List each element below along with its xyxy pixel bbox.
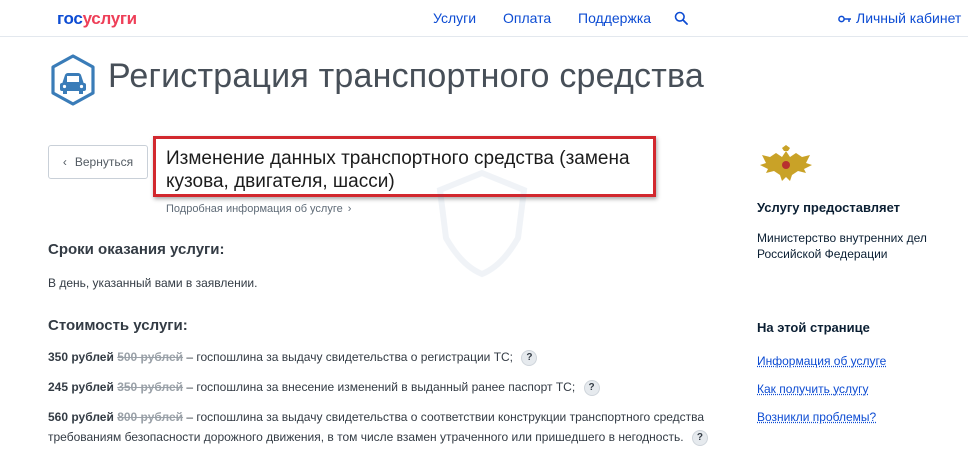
price-item: 560 рублей 800 рублей – госпошлина за вы… [48,407,708,447]
cost-heading: Стоимость услуги: [48,317,188,334]
old-price: 500 рублей [117,350,184,364]
toc-heading: На этой странице [757,320,870,335]
terms-text: В день, указанный вами в заявлении. [48,276,258,290]
toc-link-how-to-get[interactable]: Как получить услугу [757,382,868,396]
price-value: 350 рублей [48,350,114,364]
toc-link-problems[interactable]: Возникли проблемы? [757,410,876,424]
help-icon[interactable]: ? [521,349,538,366]
price-description: – госпошлина за выдачу свидетельства о р… [183,350,514,364]
price-value: 560 рублей [48,410,114,424]
service-subtitle: Изменение данных транспортного средства … [166,148,630,192]
more-info-label: Подробная информация об услуге [166,203,343,215]
key-icon [838,15,851,23]
personal-cabinet-link[interactable]: Личный кабинет [838,10,961,26]
provider-name: Министерство внутренних дел Российской Ф… [757,231,927,261]
back-button[interactable]: ‹ Вернуться [48,145,148,179]
page-title: Регистрация транспортного средства [108,57,704,95]
watermark-shield-icon [436,169,528,278]
nav-item-support[interactable]: Поддержка [578,10,651,26]
old-price: 350 рублей [117,380,184,394]
toc-link-service-info[interactable]: Информация об услуге [757,354,886,368]
provider-heading: Услугу предоставляет [757,200,901,215]
gosuslugi-logo[interactable]: госуслуги [57,9,137,29]
more-info-link[interactable]: Подробная информация об услуге › [166,203,351,215]
chevron-right-icon: › [347,203,352,215]
price-item: 245 рублей 350 рублей – госпошлина за вн… [48,377,600,397]
help-icon[interactable]: ? [691,429,708,446]
service-subtitle-highlight: Изменение данных транспортного средства … [153,136,656,197]
back-button-label: Вернуться [74,155,134,169]
price-value: 245 рублей [48,380,114,394]
logo-part-uslugi: услуги [82,9,138,28]
chevron-left-icon: ‹ [62,155,67,169]
russian-eagle-emblem-icon [760,145,812,181]
logo-part-gos: гос [57,9,83,28]
nav-item-payment[interactable]: Оплата [503,10,551,26]
car-icon [51,54,95,106]
price-item: 350 рублей 500 рублей – госпошлина за вы… [48,347,538,367]
price-description: – госпошлина за внесение изменений в выд… [183,380,576,394]
help-icon[interactable]: ? [583,379,600,396]
terms-heading: Сроки оказания услуги: [48,241,225,258]
top-header: госуслуги Услуги Оплата Поддержка Личный… [0,0,968,37]
old-price: 800 рублей [117,410,184,424]
cabinet-label: Личный кабинет [856,10,962,26]
search-icon[interactable] [674,11,688,25]
nav-item-services[interactable]: Услуги [433,10,476,26]
